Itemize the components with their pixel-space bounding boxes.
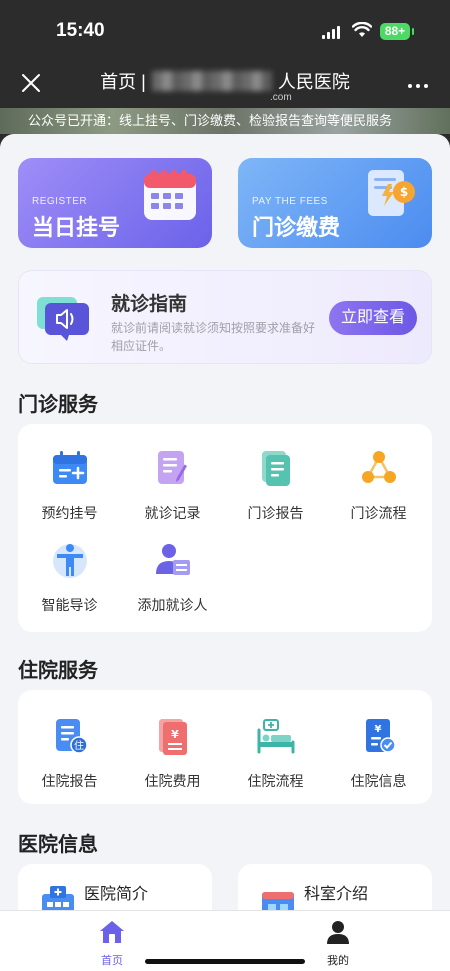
grid-item-label: 住院信息 (350, 773, 407, 789)
add-patient-icon (155, 544, 190, 575)
page-title: 首页 | 人民医院 (0, 68, 450, 94)
pay-fees-card[interactable]: PAY THE FEES 门诊缴费 $ (238, 158, 432, 248)
grid-item-outpatient-flow[interactable]: 门诊流程 (327, 448, 430, 523)
grid-item-label: 智能导诊 (41, 597, 98, 613)
page-title-right: 人民医院 (277, 72, 350, 92)
grid-item-label: 门诊报告 (247, 505, 304, 521)
grid-item-label: 住院费用 (144, 773, 201, 789)
hospital-intro-card[interactable]: 医院简介 (18, 864, 212, 910)
register-card[interactable]: REGISTER 当日挂号 (18, 158, 212, 248)
guide-title: 就诊指南 (111, 294, 188, 315)
grid-item-inpatient-flow[interactable]: 住院流程 (224, 716, 327, 791)
more-options-icon[interactable] (408, 84, 428, 88)
department-icon (262, 892, 294, 910)
grid-item-visit-record[interactable]: 就诊记录 (121, 448, 224, 523)
flow-icon (361, 451, 396, 483)
hospital-info-section-title: 医院信息 (18, 834, 98, 856)
record-icon (157, 451, 187, 484)
main-content: REGISTER 当日挂号 PAY THE FEES 门诊缴费 $ 就诊指南 就… (0, 134, 450, 910)
tab-home[interactable]: 首页 (82, 919, 142, 968)
user-icon (327, 921, 349, 944)
bill-coin-illustration-icon: $ (368, 170, 415, 216)
inpatient-panel: 住 住院报告 ¥ 住院费用 住院流程 ¥ 住院信息 (18, 690, 432, 804)
inpatient-report-icon: 住 (55, 719, 88, 754)
cellular-signal-icon (322, 26, 340, 39)
pay-card-en: PAY THE FEES (252, 196, 328, 207)
grid-item-inpatient-fee[interactable]: ¥ 住院费用 (121, 716, 224, 791)
hospital-intro-label: 医院简介 (84, 886, 149, 903)
department-intro-label: 科室介绍 (304, 886, 369, 903)
grid-item-label: 住院流程 (247, 773, 304, 789)
page-title-left: 首页 | (100, 72, 146, 92)
grid-item-add-patient[interactable]: 添加就诊人 (121, 540, 224, 615)
grid-item-label: 就诊记录 (144, 505, 201, 521)
page-subtitle: .com (270, 92, 292, 103)
wifi-icon (352, 22, 372, 37)
inpatient-info-icon: ¥ (365, 719, 396, 753)
redacted-region (151, 71, 272, 91)
tab-home-label: 首页 (101, 955, 123, 967)
battery-indicator: 88+ (380, 23, 414, 40)
status-bar: 15:40 88+ (0, 0, 450, 56)
outpatient-section-title: 门诊服务 (18, 394, 98, 416)
home-icon (100, 921, 124, 943)
calendar-illustration-icon (144, 170, 196, 220)
tab-mine[interactable]: 我的 (308, 919, 368, 968)
svg-text:$: $ (400, 185, 408, 199)
svg-text:¥: ¥ (171, 728, 179, 741)
tab-mine-label: 我的 (327, 955, 349, 967)
svg-text:住: 住 (74, 739, 84, 752)
pay-card-title: 门诊缴费 (252, 215, 341, 240)
notice-banner: 公众号已开通：线上挂号、门诊缴费、检验报告查询等便民服务 (0, 108, 450, 134)
grid-item-inpatient-info[interactable]: ¥ 住院信息 (327, 716, 430, 791)
nav-bar: 首页 | 人民医院 .com (0, 56, 450, 108)
grid-item-smart-guide[interactable]: 智能导诊 (18, 540, 121, 615)
calendar-icon (52, 451, 87, 484)
grid-item-label: 门诊流程 (350, 505, 407, 521)
speaker-guide-icon (37, 297, 89, 341)
body-guide-icon (52, 544, 87, 578)
outpatient-panel: 预约挂号 就诊记录 门诊报告 门诊流程 智能导诊 添加就诊人 (18, 424, 432, 632)
register-card-title: 当日挂号 (32, 215, 121, 240)
visit-guide-card[interactable]: 就诊指南 就诊前请阅读就诊须知按照要求准备好相应证件。 立即查看 (18, 270, 432, 364)
bed-icon (257, 719, 294, 754)
grid-item-appointment[interactable]: 预约挂号 (18, 448, 121, 523)
view-now-button[interactable]: 立即查看 (329, 301, 417, 335)
grid-item-inpatient-report[interactable]: 住 住院报告 (18, 716, 121, 791)
inpatient-section-title: 住院服务 (18, 660, 98, 682)
department-intro-card[interactable]: 科室介绍 (238, 864, 432, 910)
svg-text:¥: ¥ (374, 724, 381, 735)
guide-description: 就诊前请阅读就诊须知按照要求准备好相应证件。 (111, 321, 316, 353)
grid-item-label: 添加就诊人 (137, 597, 208, 613)
inpatient-fee-icon: ¥ (158, 719, 187, 755)
grid-item-label: 住院报告 (41, 773, 98, 789)
register-card-en: REGISTER (32, 196, 88, 207)
hospital-icon (42, 886, 74, 910)
report-icon (261, 451, 290, 486)
grid-item-outpatient-report[interactable]: 门诊报告 (224, 448, 327, 523)
status-time: 15:40 (56, 20, 105, 41)
home-indicator[interactable] (145, 959, 305, 964)
grid-item-label: 预约挂号 (41, 505, 98, 521)
